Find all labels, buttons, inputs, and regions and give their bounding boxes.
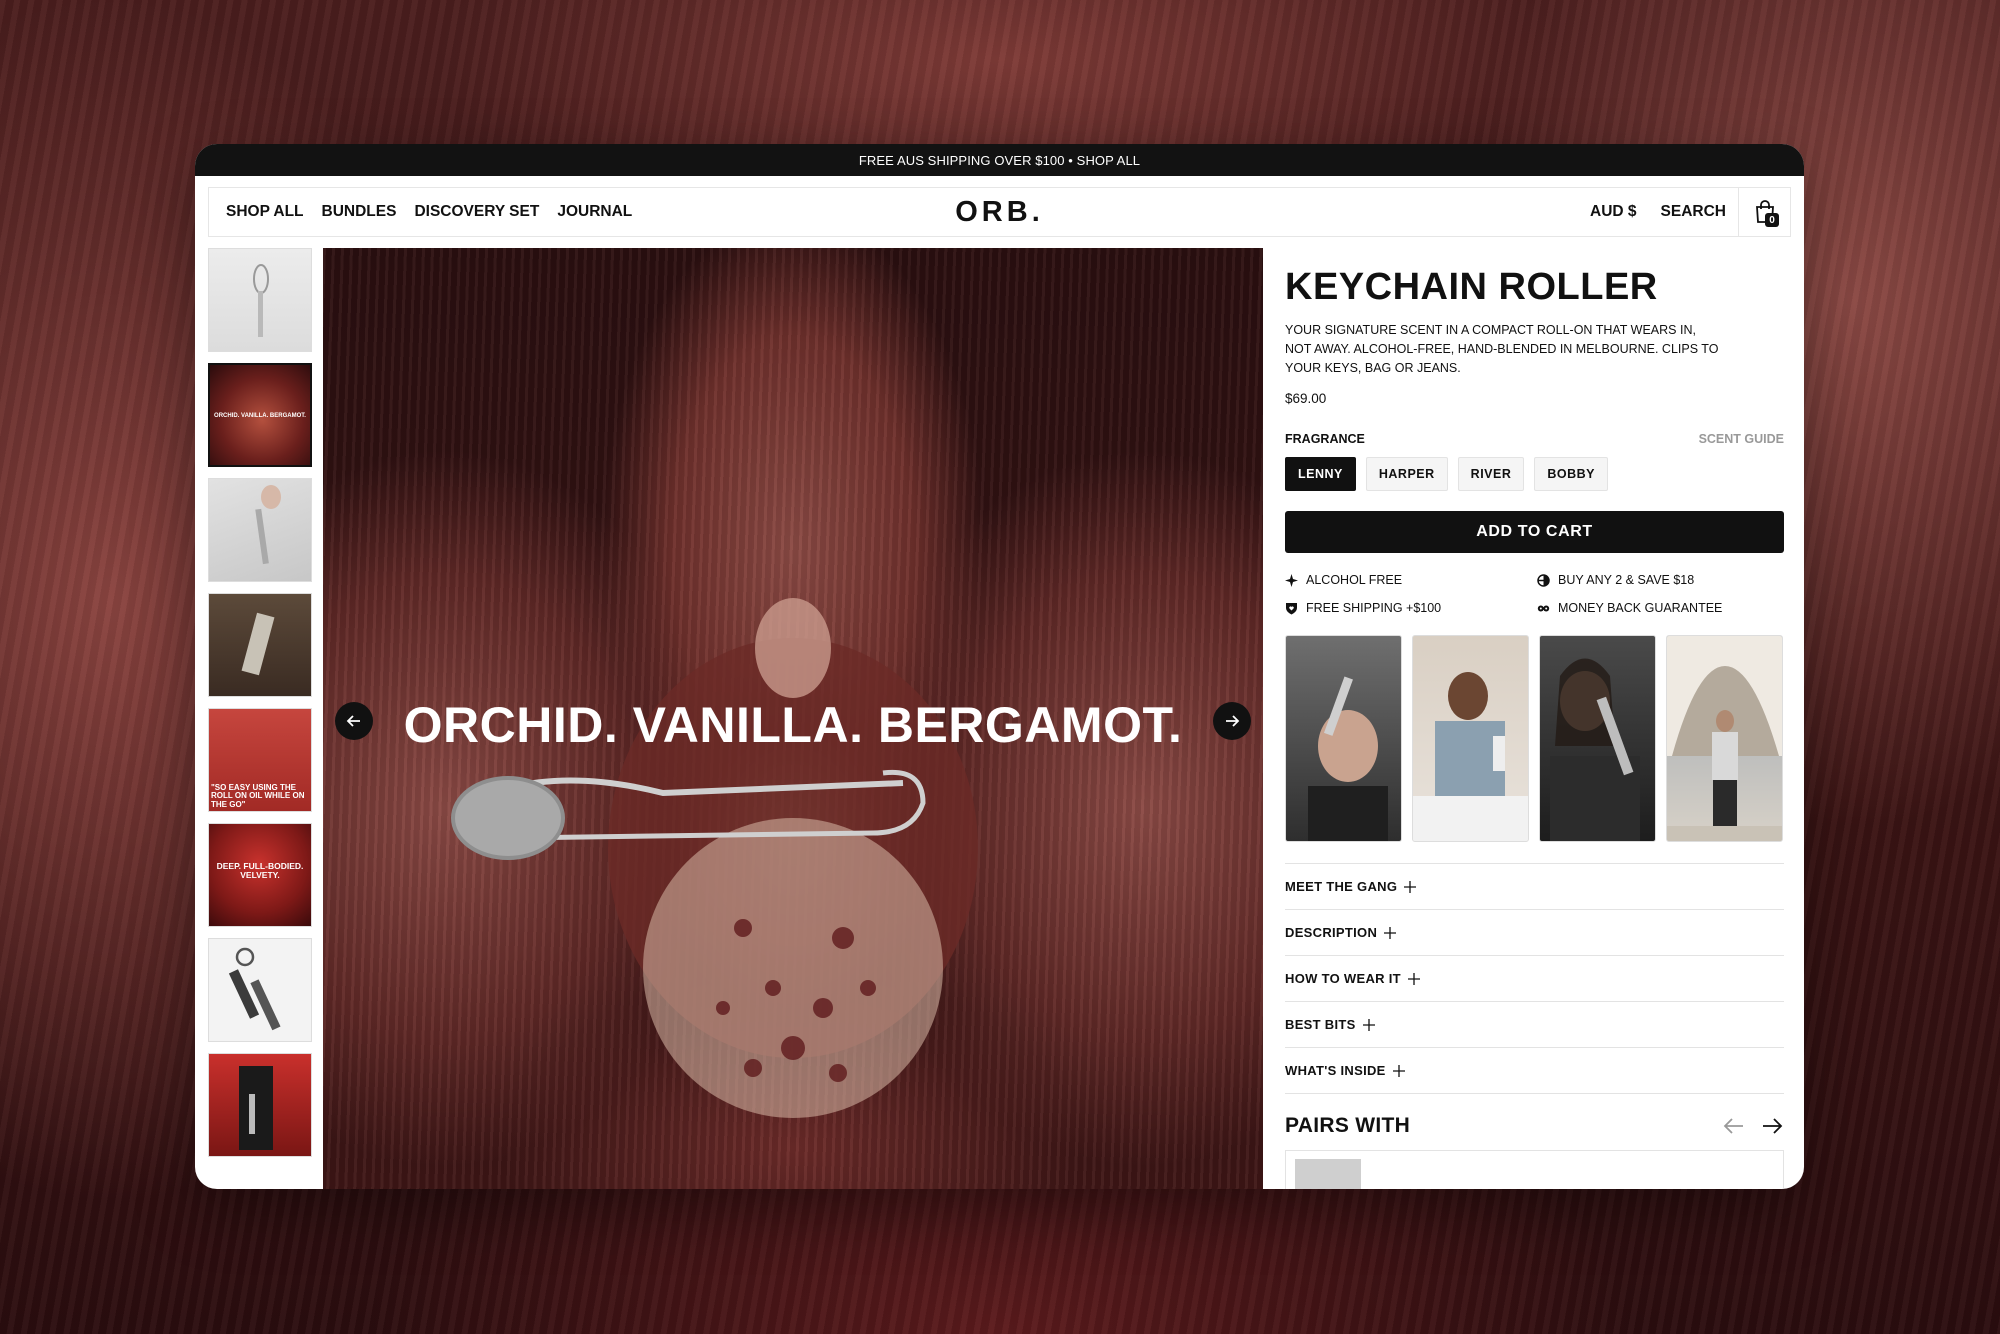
- main-nav: SHOP ALL BUNDLES DISCOVERY SET JOURNAL O…: [208, 187, 1791, 237]
- thumbnail-7[interactable]: [208, 938, 312, 1042]
- infinity-icon: [1537, 605, 1550, 611]
- plus-icon: [1392, 1064, 1405, 1077]
- accordion-label: WHAT'S INSIDE: [1285, 1063, 1386, 1078]
- accordion-label: MEET THE GANG: [1285, 879, 1398, 894]
- fragrance-option-lenny[interactable]: LENNY: [1285, 457, 1356, 491]
- thumbnail-1[interactable]: [208, 248, 312, 352]
- hero-headline: ORCHID. VANILLA. BERGAMOT.: [403, 697, 1183, 753]
- fragrance-label: FRAGRANCE: [1285, 432, 1365, 446]
- arrow-right-icon[interactable]: [1760, 1114, 1784, 1138]
- announcement-bar[interactable]: FREE AUS SHIPPING OVER $100 • SHOP ALL: [195, 144, 1804, 176]
- pairs-with-header: PAIRS WITH: [1285, 1114, 1784, 1138]
- feature-label: BUY ANY 2 & SAVE $18: [1558, 573, 1695, 587]
- accordion-label: BEST BITS: [1285, 1017, 1356, 1032]
- ugc-gallery: [1285, 635, 1784, 842]
- thumbnail-5[interactable]: "SO EASY USING THE ROLL ON OIL WHILE ON …: [208, 708, 312, 812]
- cart-button[interactable]: 0: [1738, 188, 1790, 236]
- feature-label: FREE SHIPPING +$100: [1306, 601, 1442, 615]
- scent-guide-link[interactable]: SCENT GUIDE: [1699, 432, 1784, 446]
- feature-item: FREE SHIPPING +$100: [1285, 601, 1537, 615]
- product-box-image: [239, 1066, 273, 1150]
- pairs-with-product-card[interactable]: [1285, 1150, 1784, 1189]
- thumbnail-8[interactable]: [208, 1053, 312, 1157]
- accordion-whats-inside[interactable]: WHAT'S INSIDE: [1285, 1048, 1784, 1094]
- heart-shield-icon: [1286, 602, 1297, 614]
- feature-list: ALCOHOL FREE BUY ANY 2 & SAVE $18 FREE S…: [1285, 573, 1784, 615]
- sparkle-icon: [1285, 573, 1298, 587]
- lifestyle-image: [241, 612, 275, 676]
- accordion-how-to-wear-it[interactable]: HOW TO WEAR IT: [1285, 956, 1784, 1002]
- product-description: YOUR SIGNATURE SCENT IN A COMPACT ROLL-O…: [1285, 323, 1719, 375]
- person-thumbnail: [1550, 658, 1640, 841]
- fragrance-options: LENNY HARPER RIVER BOBBY: [1285, 457, 1784, 491]
- ugc-video-3[interactable]: [1539, 635, 1656, 842]
- fragrance-option-bobby[interactable]: BOBBY: [1534, 457, 1609, 491]
- feature-item: ALCOHOL FREE: [1285, 573, 1537, 587]
- feature-item: MONEY BACK GUARANTEE: [1537, 601, 1784, 615]
- accordion-label: HOW TO WEAR IT: [1285, 971, 1401, 986]
- arrow-left-icon[interactable]: [1722, 1114, 1746, 1138]
- fragrance-option-river[interactable]: RIVER: [1457, 457, 1525, 491]
- accordion: MEET THE GANG DESCRIPTION HOW TO WEAR IT…: [1285, 863, 1784, 1094]
- hand-keychain-image: [255, 485, 281, 565]
- thumbnail-caption: DEEP. FULL-BODIED. VELVETY.: [216, 861, 304, 880]
- person-thumbnail: [1413, 672, 1528, 841]
- arrow-right-icon: [1226, 715, 1240, 727]
- thumbnail-3[interactable]: [208, 478, 312, 582]
- hero-image: ORCHID. VANILLA. BERGAMOT.: [323, 248, 1263, 1189]
- nav-shop-all[interactable]: SHOP ALL: [226, 203, 304, 221]
- keys-image: [228, 947, 281, 1031]
- product-title: KEYCHAIN ROLLER: [1285, 266, 1658, 308]
- ugc-video-2[interactable]: [1412, 635, 1529, 842]
- person-thumbnail: [1308, 676, 1388, 841]
- site-logo[interactable]: ORB.: [955, 196, 1044, 229]
- nav-discovery-set[interactable]: DISCOVERY SET: [414, 203, 539, 221]
- hero-prev-button[interactable]: [335, 702, 373, 740]
- nav-journal[interactable]: JOURNAL: [557, 203, 632, 221]
- accordion-meet-the-gang[interactable]: MEET THE GANG: [1285, 864, 1784, 910]
- cart-count-badge: 0: [1765, 213, 1779, 227]
- pair-product-image: [1295, 1159, 1361, 1189]
- arrow-left-icon: [346, 715, 360, 727]
- thumbnail-caption: ORCHID. VANILLA. BERGAMOT.: [214, 413, 306, 419]
- thumbnail-strip[interactable]: ORCHID. VANILLA. BERGAMOT. "SO EASY USIN…: [208, 248, 314, 1189]
- product-panel: KEYCHAIN ROLLER YOUR SIGNATURE SCENT IN …: [1285, 248, 1784, 1189]
- pairs-with-title: PAIRS WITH: [1285, 1114, 1411, 1137]
- thumbnail-6[interactable]: DEEP. FULL-BODIED. VELVETY.: [208, 823, 312, 927]
- half-circle-icon: [1537, 573, 1550, 587]
- plus-icon: [1362, 1018, 1375, 1031]
- feature-item: BUY ANY 2 & SAVE $18: [1537, 573, 1784, 587]
- feature-label: ALCOHOL FREE: [1306, 573, 1403, 587]
- nav-bundles[interactable]: BUNDLES: [322, 203, 397, 221]
- browser-window: FREE AUS SHIPPING OVER $100 • SHOP ALL S…: [195, 144, 1804, 1189]
- thumbnail-4[interactable]: [208, 593, 312, 697]
- plus-icon: [1407, 972, 1420, 985]
- thumbnail-2[interactable]: ORCHID. VANILLA. BERGAMOT.: [208, 363, 312, 467]
- add-to-cart-button[interactable]: ADD TO CART: [1285, 511, 1784, 553]
- person-thumbnail: [1667, 636, 1782, 841]
- keychain-image: [253, 264, 269, 337]
- accordion-description[interactable]: DESCRIPTION: [1285, 910, 1784, 956]
- currency-selector[interactable]: AUD $: [1578, 203, 1649, 221]
- product-price: $69.00: [1285, 391, 1327, 406]
- plus-icon: [1404, 880, 1417, 893]
- ugc-video-1[interactable]: [1285, 635, 1402, 842]
- ugc-video-4[interactable]: [1666, 635, 1783, 842]
- feature-label: MONEY BACK GUARANTEE: [1558, 601, 1723, 615]
- hero-next-button[interactable]: [1213, 702, 1251, 740]
- fragrance-option-harper[interactable]: HARPER: [1365, 457, 1448, 491]
- search-link[interactable]: SEARCH: [1649, 203, 1738, 221]
- accordion-label: DESCRIPTION: [1285, 925, 1378, 940]
- accordion-best-bits[interactable]: BEST BITS: [1285, 1002, 1784, 1048]
- thumbnail-caption: "SO EASY USING THE ROLL ON OIL WHILE ON …: [211, 782, 305, 809]
- plus-icon: [1384, 926, 1397, 939]
